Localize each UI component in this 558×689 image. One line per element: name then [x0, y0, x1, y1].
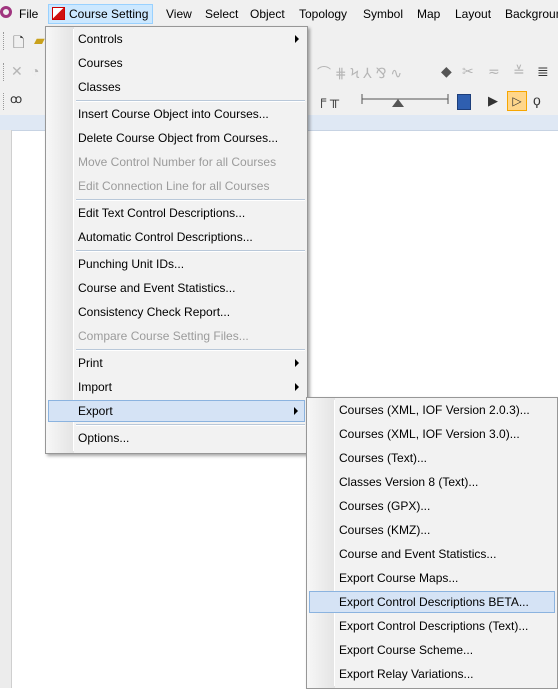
export-item-course-event-statistics[interactable]: Course and Event Statistics...: [309, 543, 555, 565]
export-item-courses-gpx[interactable]: Courses (GPX)...: [309, 495, 555, 517]
open-folder-icon[interactable]: ▰: [34, 32, 45, 49]
menu-item-label: Import: [78, 380, 113, 394]
align-icon[interactable]: ≚: [513, 63, 525, 80]
canvas-left-margin: [0, 130, 12, 688]
app-icon: [0, 6, 12, 18]
column-icon[interactable]: ╒ ╥: [317, 92, 339, 107]
submenu-arrow-icon: [295, 383, 299, 391]
scissors-icon[interactable]: ✂: [462, 63, 474, 80]
export-item-courses-text[interactable]: Courses (Text)...: [309, 447, 555, 469]
export-item-courses-kmz[interactable]: Courses (KMZ)...: [309, 519, 555, 541]
curve-tool-icon[interactable]: ⌒ ⋕ Ϟ ⅄ ⅋ ∿: [317, 63, 402, 83]
lasso-icon[interactable]: ϙ: [533, 92, 541, 108]
export-submenu: Courses (XML, IOF Version 2.0.3)... Cour…: [306, 397, 558, 689]
menu-item-label: Print: [78, 356, 103, 370]
delete-icon[interactable]: ✕: [11, 63, 23, 80]
pointer-icon[interactable]: ▶: [488, 93, 498, 109]
menu-separator: [76, 349, 305, 351]
export-item-courses-xml-203[interactable]: Courses (XML, IOF Version 2.0.3)...: [309, 399, 555, 421]
menu-separator: [76, 199, 305, 201]
menu-select[interactable]: Select: [205, 5, 238, 23]
menu-item-automatic-control-descriptions[interactable]: Automatic Control Descriptions...: [48, 226, 305, 248]
cut-line-icon[interactable]: ≂: [488, 63, 500, 80]
fill-icon[interactable]: ≣: [537, 63, 549, 80]
course-setting-menu: Controls Courses Classes Insert Course O…: [45, 26, 308, 454]
menu-course-setting-label: Course Setting: [69, 7, 149, 21]
select-arrow-icon[interactable]: ▷: [507, 91, 527, 111]
menu-item-courses[interactable]: Courses: [48, 52, 305, 74]
export-item-course-scheme[interactable]: Export Course Scheme...: [309, 639, 555, 661]
menu-topology[interactable]: Topology: [299, 5, 347, 23]
menu-item-delete-course-object[interactable]: Delete Course Object from Courses...: [48, 127, 305, 149]
export-item-classes-v8-text[interactable]: Classes Version 8 (Text)...: [309, 471, 555, 493]
menu-item-import[interactable]: Import: [48, 376, 305, 398]
new-file-icon[interactable]: 🗋: [13, 32, 24, 56]
menu-course-setting[interactable]: Course Setting: [48, 4, 154, 24]
menu-background[interactable]: Background: [505, 5, 558, 23]
menu-item-classes[interactable]: Classes: [48, 76, 305, 98]
check-icon[interactable]: ◔: [31, 63, 39, 79]
export-item-control-descriptions-text[interactable]: Export Control Descriptions (Text)...: [309, 615, 555, 637]
export-item-control-descriptions-beta[interactable]: Export Control Descriptions BETA...: [309, 591, 555, 613]
menu-item-export[interactable]: Export: [48, 400, 305, 422]
menu-item-course-event-statistics[interactable]: Course and Event Statistics...: [48, 277, 305, 299]
binoculars-icon[interactable]: ꝏ: [10, 92, 22, 106]
menu-item-edit-text-control-descriptions[interactable]: Edit Text Control Descriptions...: [48, 202, 305, 224]
menu-item-punching-unit-ids[interactable]: Punching Unit IDs...: [48, 253, 305, 275]
menu-item-options[interactable]: Options...: [48, 427, 305, 449]
export-item-relay-variations[interactable]: Export Relay Variations...: [309, 663, 555, 685]
menu-item-print[interactable]: Print: [48, 352, 305, 374]
menu-map[interactable]: Map: [417, 5, 440, 23]
menu-item-controls[interactable]: Controls: [48, 28, 305, 50]
menu-item-insert-course-object[interactable]: Insert Course Object into Courses...: [48, 103, 305, 125]
menu-item-label: Export: [78, 404, 113, 418]
menu-separator: [76, 100, 305, 102]
course-setting-icon: [52, 7, 65, 20]
menu-item-label: Controls: [78, 32, 123, 46]
menu-item-edit-connection-line: Edit Connection Line for all Courses: [78, 179, 270, 193]
menu-separator: [76, 250, 305, 252]
menu-bar: File Course Setting View Select Object T…: [0, 0, 558, 26]
eraser-icon[interactable]: ◆: [441, 63, 452, 80]
submenu-arrow-icon: [294, 407, 298, 415]
menu-layout[interactable]: Layout: [455, 5, 491, 23]
menu-item-compare-course-setting-files: Compare Course Setting Files...: [78, 329, 249, 343]
toolbar-grip[interactable]: [3, 63, 7, 81]
menu-object[interactable]: Object: [250, 5, 285, 23]
zoom-slider[interactable]: [358, 90, 454, 112]
toolbar-grip[interactable]: [3, 93, 7, 110]
menu-view[interactable]: View: [166, 5, 192, 23]
color-swatch-icon[interactable]: [457, 94, 471, 110]
export-item-course-maps[interactable]: Export Course Maps...: [309, 567, 555, 589]
menu-item-move-control-number: Move Control Number for all Courses: [78, 155, 277, 169]
menu-item-consistency-check-report[interactable]: Consistency Check Report...: [48, 301, 305, 323]
submenu-arrow-icon: [295, 35, 299, 43]
menu-separator: [76, 424, 305, 426]
export-item-courses-xml-30[interactable]: Courses (XML, IOF Version 3.0)...: [309, 423, 555, 445]
menu-file[interactable]: File: [19, 5, 38, 23]
menu-symbol[interactable]: Symbol: [363, 5, 403, 23]
toolbar-grip[interactable]: [3, 32, 7, 50]
submenu-arrow-icon: [295, 359, 299, 367]
